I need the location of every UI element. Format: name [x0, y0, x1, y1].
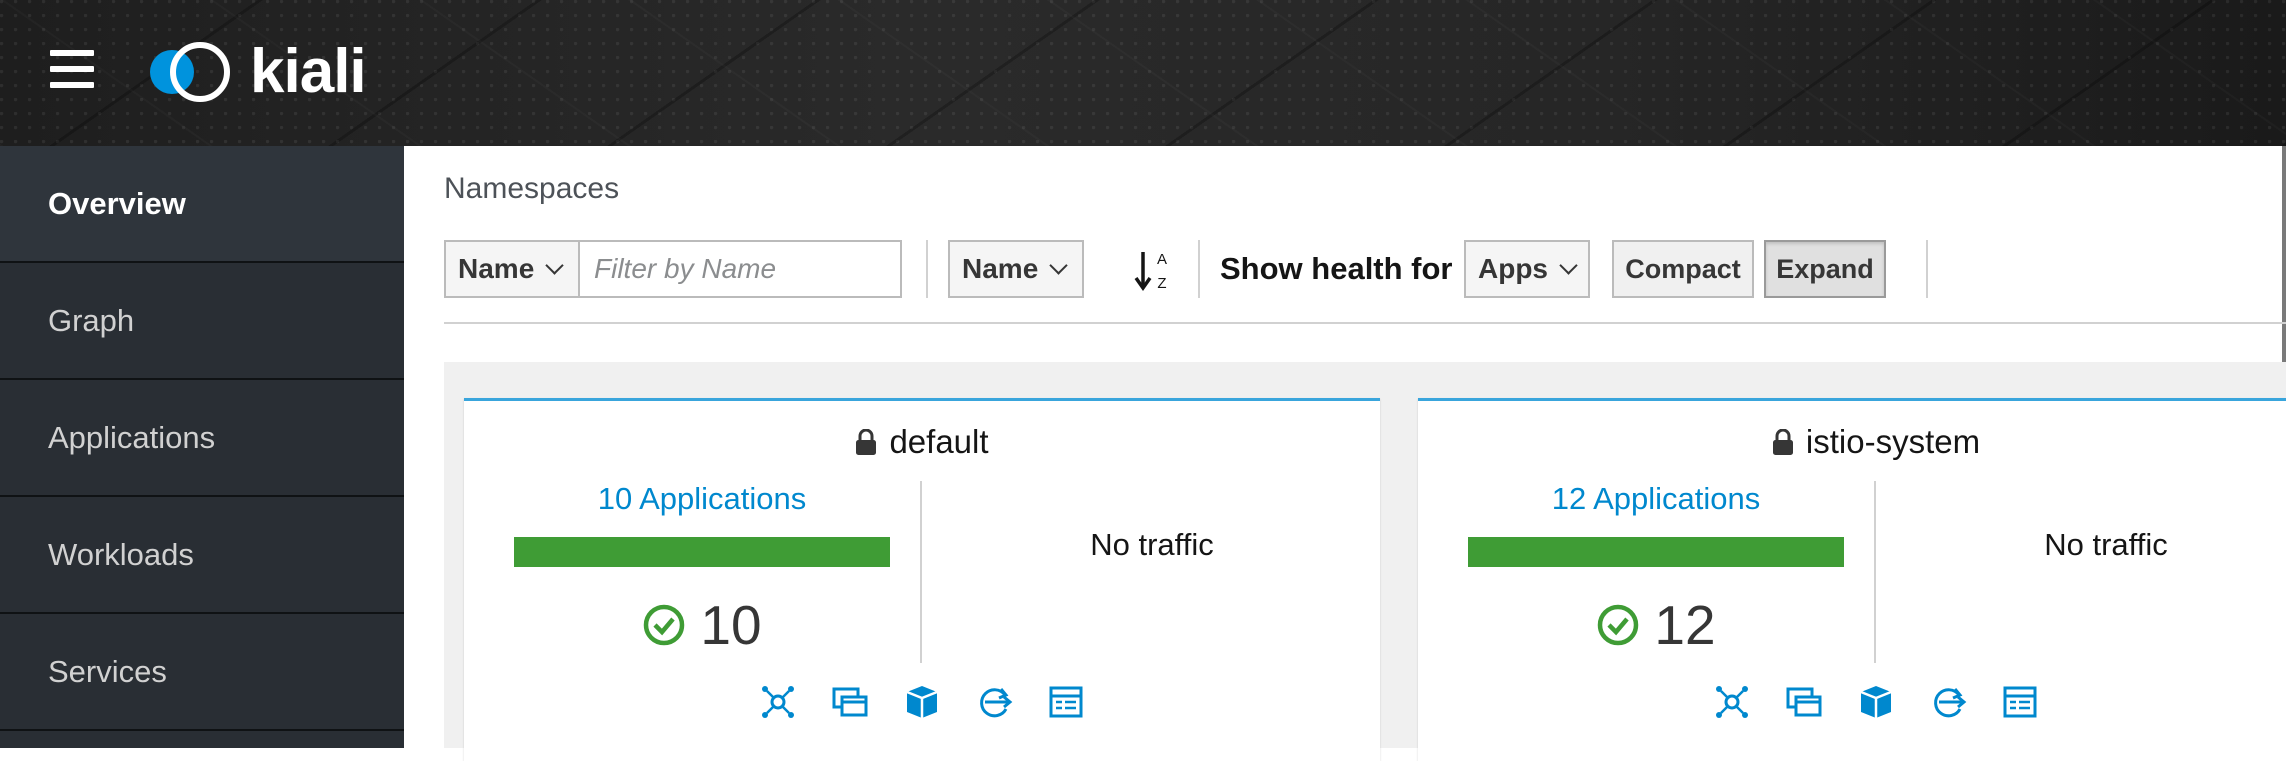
card-links: [464, 683, 1380, 721]
toolbar-divider: [1926, 240, 1928, 298]
sidebar-item-graph[interactable]: Graph: [0, 263, 404, 380]
istio-config-icon[interactable]: [1047, 683, 1085, 721]
lock-icon: [1772, 429, 1793, 455]
sidebar-item-workloads[interactable]: Workloads: [0, 497, 404, 614]
sidebar-item-overview[interactable]: Overview: [0, 146, 404, 263]
card-links: [1418, 683, 2286, 721]
healthy-count-value: 12: [1654, 594, 1716, 656]
sidebar-nav: Overview Graph Applications Workloads Se…: [0, 146, 404, 748]
workloads-icon[interactable]: [1857, 683, 1895, 721]
show-health-label: Show health for: [1220, 251, 1453, 286]
namespace-health: 12 Applications 12: [1468, 481, 1844, 657]
health-count: 10: [514, 593, 890, 657]
sort-field-dropdown[interactable]: Name: [948, 240, 1084, 298]
filter-by-name-input[interactable]: [580, 240, 902, 298]
graph-icon[interactable]: [759, 683, 797, 721]
toolbar-divider: [1198, 240, 1200, 298]
applications-link[interactable]: 10 Applications: [514, 481, 890, 517]
applications-link[interactable]: 12 Applications: [1468, 481, 1844, 517]
namespace-health: 10 Applications 10: [514, 481, 890, 657]
workloads-icon[interactable]: [903, 683, 941, 721]
health-bar: [514, 537, 890, 567]
health-type-dropdown[interactable]: Apps: [1464, 240, 1590, 298]
kiali-logo[interactable]: kiali: [142, 37, 367, 106]
filter-toolbar: Name Name A Z Show health for Apps Compa…: [444, 240, 2286, 298]
sidebar-item-services[interactable]: Services: [0, 614, 404, 731]
services-icon[interactable]: [975, 683, 1013, 721]
toolbar-divider: [926, 240, 928, 298]
chevron-down-icon: [1049, 255, 1068, 275]
sidebar-item-label: Services: [48, 653, 167, 689]
healthy-count-value: 10: [700, 594, 762, 656]
istio-config-icon[interactable]: [2001, 683, 2039, 721]
sidebar-item-label: Applications: [48, 419, 216, 455]
hamburger-menu-icon[interactable]: [50, 50, 94, 88]
chevron-down-icon: [1559, 255, 1578, 275]
masthead: kiali: [0, 0, 2286, 146]
main-content: Namespaces Name Name A Z Show health for…: [404, 146, 2286, 761]
svg-text:Z: Z: [1157, 275, 1166, 292]
applications-icon[interactable]: [1785, 683, 1823, 721]
namespace-title: istio-system: [1418, 423, 2286, 461]
namespace-name: default: [889, 423, 989, 460]
svg-text:A: A: [1157, 251, 1167, 268]
namespace-card: default 10 Applications 10 No traffic: [464, 398, 1380, 761]
card-divider: [1874, 481, 1876, 663]
sidebar-item-label: Workloads: [48, 536, 194, 572]
namespace-cards-area: default 10 Applications 10 No traffic is…: [444, 362, 2286, 761]
compact-view-button[interactable]: Compact: [1612, 240, 1754, 298]
lock-icon: [856, 429, 877, 455]
applications-icon[interactable]: [831, 683, 869, 721]
traffic-status: No traffic: [2044, 527, 2168, 562]
sidebar-item-applications[interactable]: Applications: [0, 380, 404, 497]
sort-alpha-asc-icon[interactable]: A Z: [1134, 246, 1174, 294]
sort-field-label: Name: [962, 253, 1039, 284]
filter-type-label: Name: [458, 253, 535, 284]
namespace-card: istio-system 12 Applications 12 No traff…: [1418, 398, 2286, 761]
namespace-title: default: [464, 423, 1380, 461]
page-title: Namespaces: [444, 172, 620, 205]
card-divider: [920, 481, 922, 663]
health-count: 12: [1468, 593, 1844, 657]
ok-check-icon: [644, 604, 685, 646]
chevron-down-icon: [545, 255, 564, 275]
services-icon[interactable]: [1929, 683, 1967, 721]
expand-view-button[interactable]: Expand: [1764, 240, 1886, 298]
logo-text: kiali: [250, 37, 367, 106]
toolbar-divider-line: [444, 322, 2286, 324]
ok-check-icon: [1598, 604, 1639, 646]
sidebar-item-label: Graph: [48, 302, 135, 338]
health-type-label: Apps: [1478, 253, 1548, 284]
filter-type-dropdown[interactable]: Name: [444, 240, 580, 298]
kiali-logo-icon: [150, 42, 230, 102]
sidebar-item-label: Overview: [48, 185, 186, 221]
graph-icon[interactable]: [1713, 683, 1751, 721]
namespace-name: istio-system: [1805, 423, 1981, 460]
traffic-status: No traffic: [1090, 527, 1214, 562]
health-bar: [1468, 537, 1844, 567]
